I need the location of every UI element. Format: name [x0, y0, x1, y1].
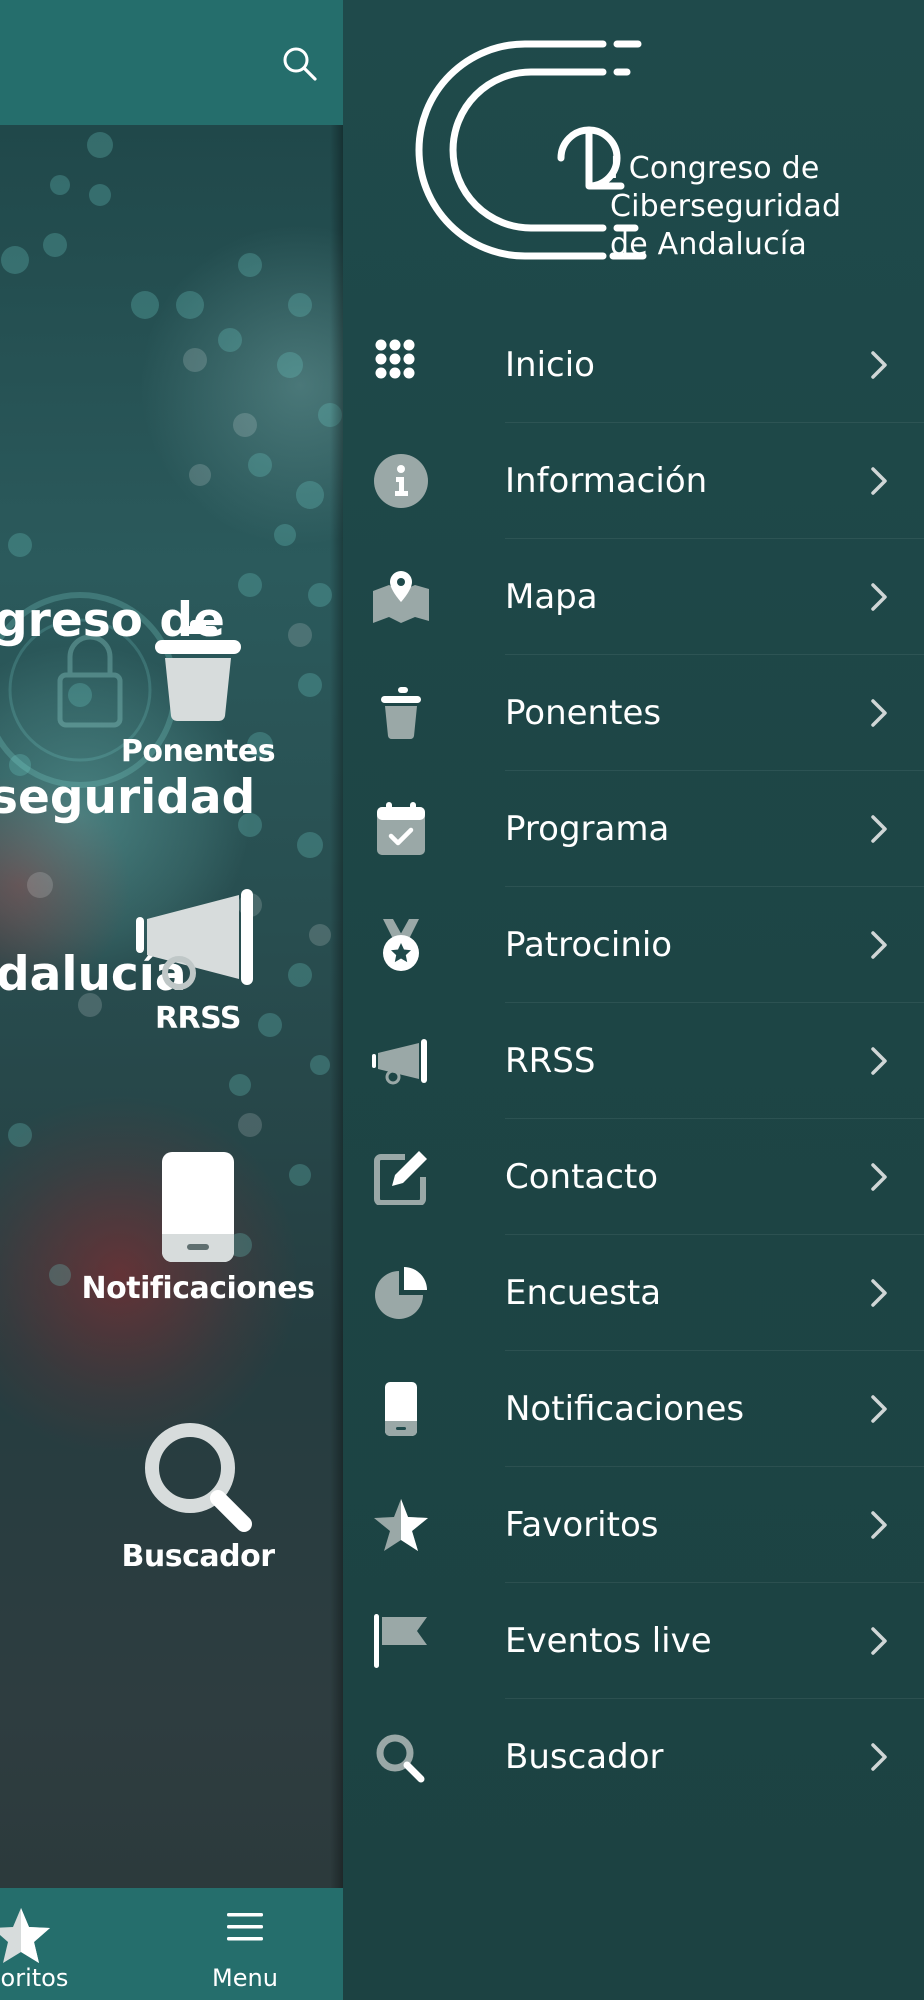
calendar-check-icon [377, 802, 425, 855]
menu-item-label: Contacto [505, 1157, 659, 1197]
home-tile-label: Notificaciones [81, 1271, 315, 1306]
chevron-right-icon [871, 699, 887, 727]
search-icon [145, 1423, 252, 1532]
menu-item-label: Eventos live [505, 1621, 712, 1661]
trash-can-icon [155, 620, 241, 722]
chevron-right-icon [871, 1743, 887, 1771]
side-drawer-menu: I Congreso de Ciberseguridad de Andalucí… [343, 0, 924, 2000]
home-tile-label: Buscador [121, 1539, 276, 1574]
menu-item-encuesta[interactable]: Encuesta [343, 1235, 924, 1351]
chevron-right-icon [871, 1627, 887, 1655]
menu-item-label: Mapa [505, 577, 598, 617]
menu-item-contacto[interactable]: Contacto [343, 1119, 924, 1235]
chevron-right-icon [871, 1511, 887, 1539]
menu-item-label: Notificaciones [505, 1389, 745, 1429]
menu-item-label: Buscador [505, 1737, 664, 1777]
menu-item-informacion[interactable]: Información [343, 423, 924, 539]
menu-item-ponentes[interactable]: Ponentes [343, 655, 924, 771]
menu-item-label: Favoritos [505, 1505, 659, 1545]
chevron-right-icon [871, 583, 887, 611]
menu-item-rrss[interactable]: RRSS [343, 1003, 924, 1119]
megaphone-icon [372, 1039, 427, 1085]
search-icon [376, 1734, 425, 1783]
chevron-right-icon [871, 1395, 887, 1423]
chevron-right-icon [871, 351, 887, 379]
drawer-menu-list: Inicio Información Mapa Ponentes Program… [343, 307, 924, 1815]
home-screen: greso de seguridad dalucía Ponentes RRSS [0, 0, 343, 2000]
mobile-phone-icon [162, 1152, 234, 1262]
search-icon [283, 47, 317, 81]
medal-icon [383, 919, 419, 971]
pie-chart-icon [375, 1267, 427, 1319]
congress-logo-text: I Congreso de Ciberseguridad de Andalucí… [610, 151, 842, 262]
tab-menu-label: Menu [212, 1964, 278, 1992]
info-icon [374, 454, 428, 508]
home-tile-ponentes[interactable]: Ponentes [70, 618, 326, 769]
drawer-shadow [330, 125, 343, 1888]
menu-item-label: Información [505, 461, 708, 501]
star-icon [0, 1908, 50, 1963]
hamburger-menu-icon [227, 1913, 263, 1941]
home-tile-label: RRSS [154, 1001, 242, 1036]
header-search-button[interactable] [280, 44, 320, 84]
grid-dots-icon [375, 339, 415, 379]
tab-favoritos[interactable]: avoritos [0, 1888, 90, 2000]
star-icon [374, 1499, 428, 1551]
home-tile-buscador[interactable]: Buscador [70, 1418, 326, 1574]
chevron-right-icon [871, 931, 887, 959]
chevron-right-icon [871, 815, 887, 843]
chevron-right-icon [871, 1279, 887, 1307]
chevron-right-icon [871, 1163, 887, 1191]
menu-item-eventos-live[interactable]: Eventos live [343, 1583, 924, 1699]
menu-item-programa[interactable]: Programa [343, 771, 924, 887]
menu-item-label: Ponentes [505, 693, 662, 733]
menu-item-label: Patrocinio [505, 925, 673, 965]
hero-background: greso de seguridad dalucía Ponentes RRSS [0, 125, 343, 1888]
menu-item-label: Encuesta [505, 1273, 662, 1313]
menu-item-label: Programa [505, 809, 670, 849]
menu-item-label: RRSS [505, 1041, 596, 1081]
mobile-phone-icon [385, 1382, 417, 1436]
chevron-right-icon [871, 467, 887, 495]
trash-can-icon [381, 687, 421, 740]
bottom-tab-bar: avoritos Menu [0, 1888, 343, 2000]
map-pin-icon [373, 571, 429, 623]
megaphone-icon [136, 889, 253, 990]
home-tile-label: Ponentes [120, 734, 276, 769]
app-header [0, 0, 343, 125]
chevron-right-icon [871, 1047, 887, 1075]
home-tile-rrss[interactable]: RRSS [70, 885, 326, 1036]
menu-item-favoritos[interactable]: Favoritos [343, 1467, 924, 1583]
menu-item-mapa[interactable]: Mapa [343, 539, 924, 655]
tab-menu[interactable]: Menu [195, 1888, 295, 2000]
menu-item-inicio[interactable]: Inicio [343, 307, 924, 423]
tab-favoritos-label: avoritos [0, 1964, 69, 1992]
menu-item-label: Inicio [505, 345, 595, 385]
menu-item-buscador[interactable]: Buscador [343, 1699, 924, 1815]
edit-icon [374, 1151, 427, 1205]
home-tile-notificaciones[interactable]: Notificaciones [70, 1150, 326, 1306]
flag-icon [374, 1614, 427, 1668]
hero-title-line-2: seguridad [0, 770, 256, 825]
menu-item-patrocinio[interactable]: Patrocinio [343, 887, 924, 1003]
menu-item-notificaciones[interactable]: Notificaciones [343, 1351, 924, 1467]
